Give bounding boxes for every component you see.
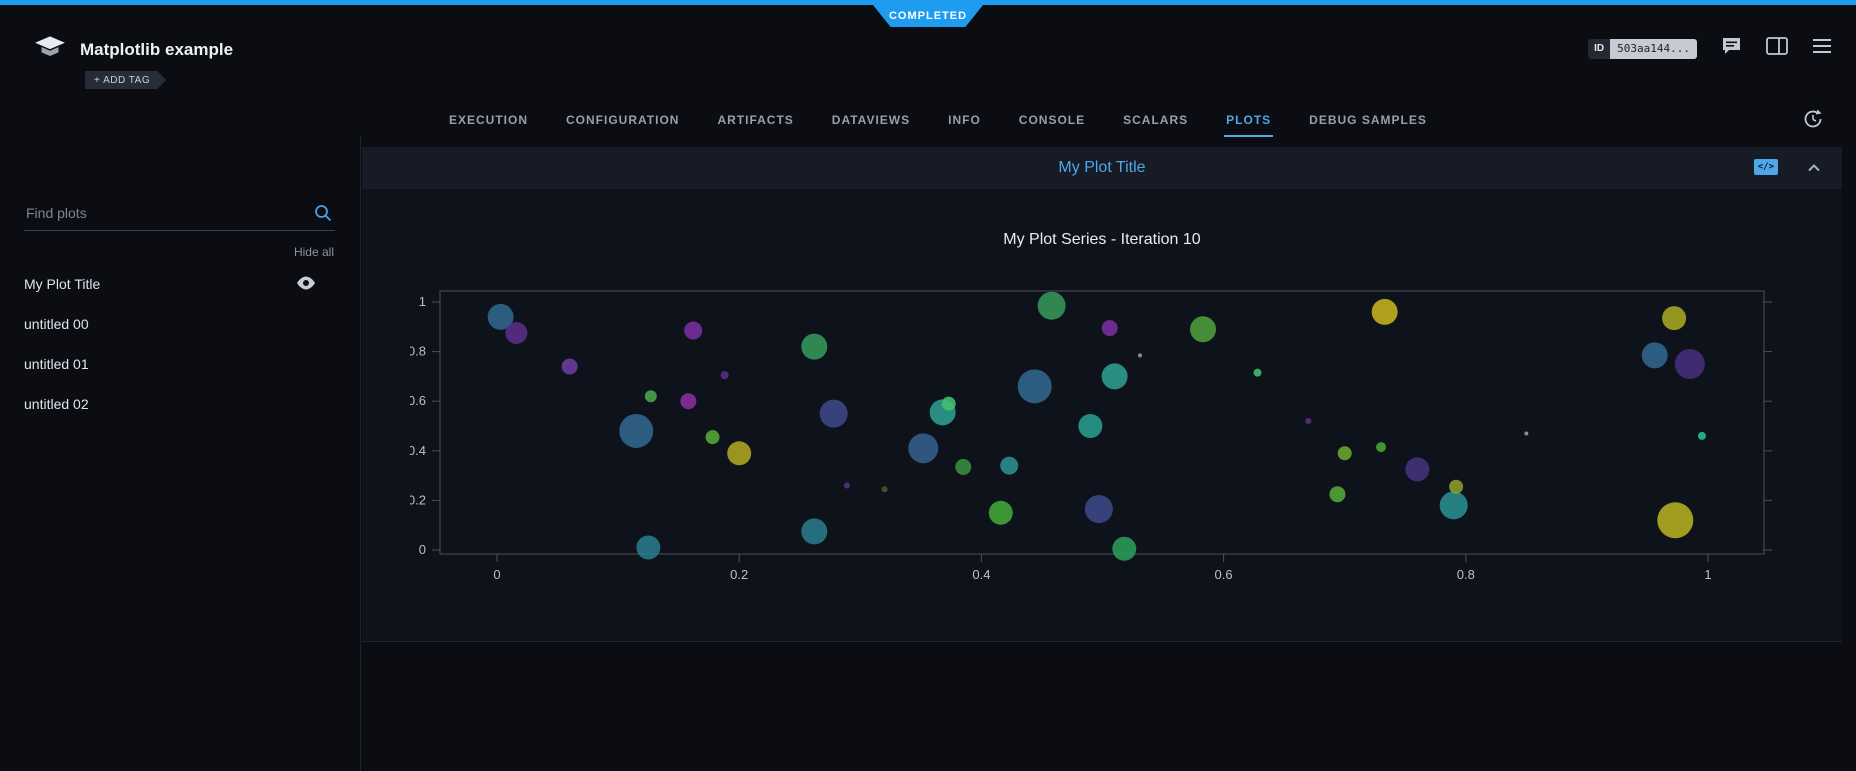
tab-dataviews[interactable]: DATAVIEWS: [830, 104, 912, 137]
chevron-up-icon[interactable]: [1806, 160, 1822, 181]
status-badge: COMPLETED: [873, 5, 983, 27]
svg-text:0.6: 0.6: [1215, 567, 1233, 582]
tab-configuration[interactable]: CONFIGURATION: [564, 104, 681, 137]
tab-bar: EXECUTION CONFIGURATION ARTIFACTS DATAVI…: [447, 104, 1429, 137]
search-input[interactable]: [24, 199, 335, 231]
plot-panel-header: My Plot Title </>: [362, 147, 1842, 189]
plot-item-label: My Plot Title: [24, 276, 100, 292]
plot-panel-title: My Plot Title: [1058, 159, 1145, 177]
svg-text:0: 0: [493, 567, 500, 582]
id-value: 503aa144...: [1610, 39, 1697, 59]
plot-item-label: untitled 01: [24, 356, 89, 372]
svg-text:0: 0: [419, 542, 426, 557]
main-content: My Plot Title </> My Plot Series - Itera…: [362, 136, 1842, 771]
svg-text:1: 1: [419, 294, 426, 309]
tab-plots[interactable]: PLOTS: [1224, 104, 1273, 137]
hide-all-link[interactable]: Hide all: [294, 245, 334, 259]
plot-list-item[interactable]: untitled 01: [0, 344, 360, 384]
plots-sidebar: Hide all My Plot Title untitled 00 untit…: [0, 136, 361, 771]
svg-text:0.4: 0.4: [972, 567, 990, 582]
svg-text:0.8: 0.8: [1457, 567, 1475, 582]
experiment-id-badge[interactable]: ID 503aa144...: [1588, 39, 1697, 59]
svg-text:0.2: 0.2: [410, 492, 426, 507]
svg-text:0.6: 0.6: [410, 393, 426, 408]
tab-info[interactable]: INFO: [946, 104, 983, 137]
details-panel-icon[interactable]: [1766, 37, 1788, 60]
app-window: COMPLETED Matplotlib example + ADD TAG I…: [0, 0, 1856, 771]
plot-panel: My Plot Series - Iteration 10 0 0.2 0.4 0.6…: [362, 189, 1842, 642]
auto-refresh-icon[interactable]: [1800, 106, 1826, 132]
id-label: ID: [1588, 39, 1610, 59]
scatter-plot[interactable]: 0 0.2 0.4 0.6 0.8 1 0 0.2 0.4 0.6 0.8 1: [410, 280, 1790, 595]
tab-console[interactable]: CONSOLE: [1017, 104, 1087, 137]
svg-text:0.8: 0.8: [410, 344, 426, 359]
view-code-icon[interactable]: </>: [1754, 159, 1778, 175]
app-logo-icon: [33, 34, 67, 65]
tab-artifacts[interactable]: ARTIFACTS: [715, 104, 795, 137]
feedback-icon[interactable]: [1721, 36, 1742, 61]
plot-list-item[interactable]: untitled 02: [0, 384, 360, 424]
tab-scalars[interactable]: SCALARS: [1121, 104, 1190, 137]
plot-item-label: untitled 00: [24, 316, 89, 332]
plot-list-item[interactable]: My Plot Title: [0, 264, 360, 304]
plot-list: My Plot Title untitled 00 untitled 01 un…: [0, 264, 360, 424]
tab-debug-samples[interactable]: DEBUG SAMPLES: [1307, 104, 1429, 137]
plot-item-label: untitled 02: [24, 396, 89, 412]
header-actions: ID 503aa144...: [1588, 36, 1832, 61]
chart-title: My Plot Series - Iteration 10: [440, 231, 1764, 249]
add-tag-button[interactable]: + ADD TAG: [85, 71, 166, 89]
header: Matplotlib example: [33, 34, 233, 65]
svg-text:1: 1: [1704, 567, 1711, 582]
tab-execution[interactable]: EXECUTION: [447, 104, 530, 137]
svg-text:0.2: 0.2: [730, 567, 748, 582]
plot-list-item[interactable]: untitled 00: [0, 304, 360, 344]
visibility-eye-icon[interactable]: [296, 275, 316, 294]
menu-icon[interactable]: [1812, 38, 1832, 59]
experiment-title: Matplotlib example: [80, 40, 233, 60]
search-icon[interactable]: [313, 203, 333, 228]
status-color-bar: [0, 0, 1856, 5]
svg-text:0.4: 0.4: [410, 443, 426, 458]
